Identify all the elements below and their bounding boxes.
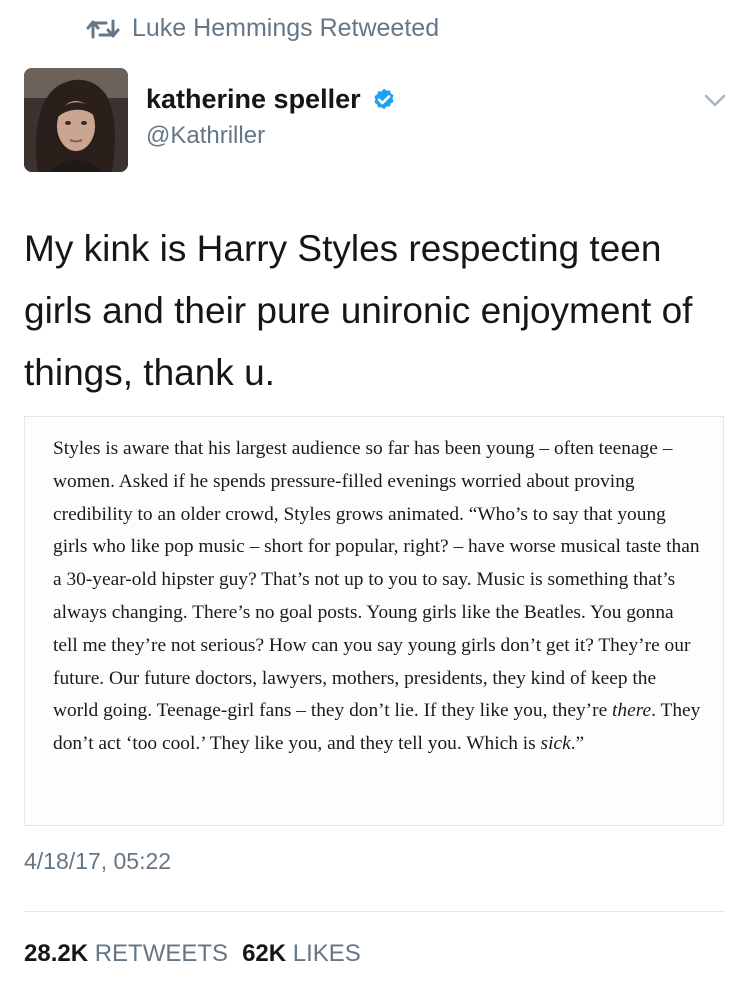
likes-stat[interactable]: 62K LIKES <box>242 940 361 967</box>
tweet-text: My kink is Harry Styles respecting teen … <box>24 228 693 393</box>
likes-count: 62K <box>242 940 287 967</box>
retweets-stat[interactable]: 28.2K RETWEETS <box>24 940 228 967</box>
tweet-stats: 28.2K RETWEETS 62K LIKES <box>24 940 361 968</box>
retweet-context[interactable]: Luke Hemmings Retweeted <box>86 14 439 43</box>
retweet-context-label: Luke Hemmings Retweeted <box>132 14 440 42</box>
tweet-image[interactable]: Styles is aware that his largest audienc… <box>24 416 724 826</box>
author-display-name[interactable]: katherine speller <box>146 84 361 115</box>
likes-label: LIKES <box>292 940 361 967</box>
quote-emphasis: sick <box>540 733 571 755</box>
quote-text-part: .” <box>570 733 585 755</box>
avatar[interactable] <box>24 68 128 172</box>
author-handle[interactable]: @Kathriller <box>146 122 265 150</box>
verified-badge-icon <box>374 88 394 109</box>
tweet-timestamp[interactable]: 4/18/17, 05:22 <box>24 848 171 875</box>
divider <box>24 911 725 912</box>
quoted-article-text: Styles is aware that his largest audienc… <box>53 433 703 761</box>
avatar-photo <box>24 68 128 172</box>
retweets-count: 28.2K <box>24 940 89 967</box>
author-name-row[interactable]: katherine speller <box>146 84 397 115</box>
retweets-label: RETWEETS <box>94 940 229 967</box>
retweet-icon <box>86 19 120 38</box>
quote-emphasis: there <box>612 700 652 722</box>
quote-text-part: Styles is aware that his largest audienc… <box>53 438 700 722</box>
chevron-down-icon[interactable] <box>704 94 726 108</box>
